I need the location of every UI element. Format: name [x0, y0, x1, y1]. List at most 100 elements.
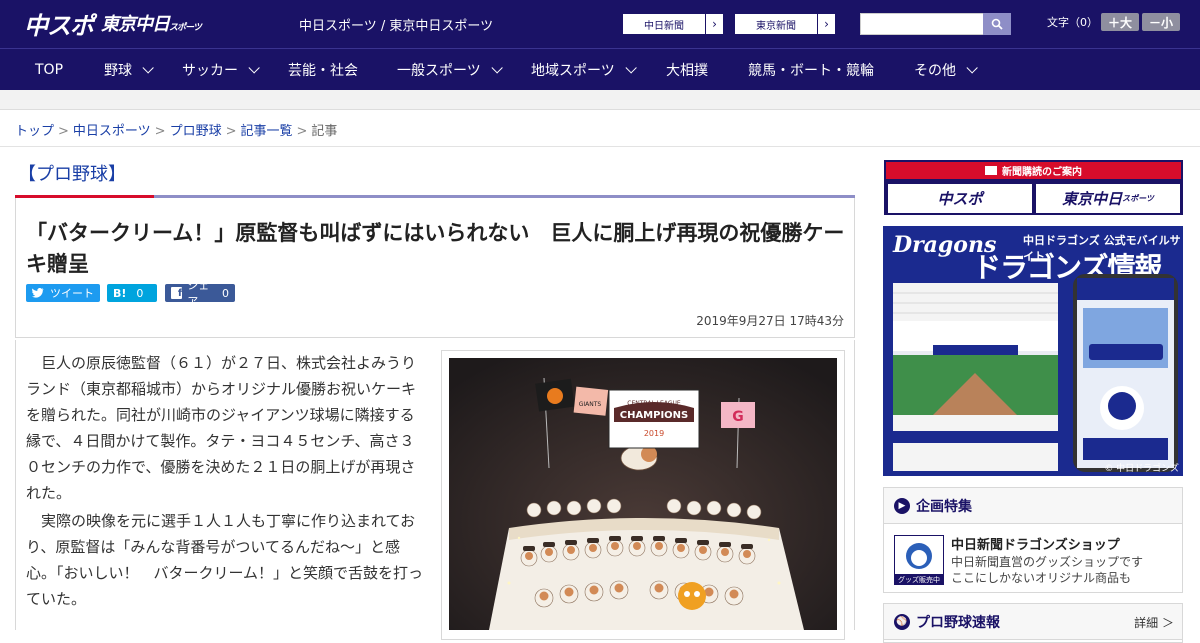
article-body: 巨人の原辰徳監督（６１）が２７日、株式会社よみうりランド（東京都稲城市）からオリ…: [15, 340, 855, 640]
scoreboard-illustration: [893, 283, 1058, 471]
nav-label: その他: [914, 63, 956, 79]
nav-label: 一般スポーツ: [397, 63, 481, 79]
shop-mascot-icon: グッズ販売中: [895, 543, 943, 584]
article-headline: 「バタークリーム！」原監督も叫ばずにはいられない 巨人に胴上げ再現の祝優勝ケーキ…: [26, 221, 845, 276]
nav-label: TOP: [35, 62, 64, 78]
twitter-icon: [32, 288, 44, 298]
breadcrumb: トップ > 中日スポーツ > プロ野球 > 記事一覧 > 記事: [15, 120, 337, 139]
newspaper-icon: [985, 166, 997, 175]
logo-chuspo: 中スポ: [24, 11, 94, 40]
article-header: 「バタークリーム！」原監督も叫ばずにはいられない 巨人に胴上げ再現の祝優勝ケーキ…: [15, 198, 855, 338]
tokyo-shimbun-link[interactable]: 東京新聞 ›: [734, 13, 836, 35]
nav-item-entertainment[interactable]: 芸能・社会: [288, 49, 358, 91]
nav-label: 野球: [104, 63, 132, 79]
subscribe-chuspo-button[interactable]: 中スポ: [888, 184, 1032, 213]
breadcrumb-link-articles[interactable]: 記事一覧: [241, 124, 293, 139]
phone-screen-illustration: [1077, 278, 1174, 468]
ad-scoreboard-screenshot: [893, 283, 1058, 471]
feature-title: 企画特集: [916, 498, 972, 515]
subscribe-tokyo-small: スポーツ: [1122, 194, 1154, 203]
baseball-icon: ⚾: [894, 613, 910, 630]
breadcrumb-separator: >: [154, 124, 166, 139]
subscribe-banner[interactable]: 新聞購読のご案内 中スポ 東京中日 スポーツ: [884, 160, 1183, 215]
ad-copyright: © 中日ドラゴンズ: [1104, 464, 1179, 474]
flag-g-text: G: [732, 409, 744, 425]
plaque-top-text: CENTRAL LEAGUE: [627, 400, 681, 407]
article-photo-frame: CENTRAL LEAGUE CHAMPIONS 2019 GIANTS G: [441, 350, 845, 640]
nav-item-other[interactable]: その他: [914, 49, 978, 91]
facebook-icon: f: [171, 287, 183, 299]
logo-tokyo-small: スポーツ: [169, 23, 202, 33]
breadcrumb-link-chuspo[interactable]: 中日スポーツ: [73, 124, 151, 139]
link-label: 中日新聞: [644, 20, 684, 32]
search-icon: [991, 18, 1003, 30]
nav-label: 地域スポーツ: [531, 63, 615, 79]
nav-spacer-band: [0, 90, 1200, 110]
shop-thumbnail[interactable]: グッズ販売中: [894, 535, 944, 585]
nav-item-baseball[interactable]: 野球: [104, 49, 154, 91]
nav-item-sumo[interactable]: 大相撲: [666, 49, 708, 91]
facebook-share-button[interactable]: f シェア 0: [165, 279, 235, 308]
subscribe-tokyo-button[interactable]: 東京中日 スポーツ: [1036, 184, 1180, 213]
nav-label: 競馬・ボート・競輪: [748, 63, 874, 79]
nav-item-top[interactable]: TOP: [35, 49, 63, 91]
link-label: 東京新聞: [756, 20, 796, 32]
chevron-down-icon: [625, 62, 637, 74]
shop-desc-line: 中日新聞直営のグッズショップです: [951, 555, 1144, 569]
chunichi-shimbun-link[interactable]: 中日新聞 ›: [622, 13, 724, 35]
plaque-year-text: 2019: [644, 429, 664, 438]
feature-box: ▶ 企画特集 グッズ販売中 中日新聞ドラゴンズショップ 中日新聞直営のグッズショ…: [883, 487, 1183, 593]
shop-thumb-label: グッズ販売中: [898, 575, 940, 584]
subscribe-title: 新聞購読のご案内: [1002, 167, 1082, 178]
facebook-count: 0: [222, 286, 229, 300]
logo-tokyo-chunichi: 東京中日スポーツ: [101, 10, 202, 36]
site-header: 中スポ 東京中日スポーツ 中日スポーツ / 東京中日スポーツ 中日新聞 › 東京…: [0, 0, 1200, 48]
breadcrumb-link-probaseball[interactable]: プロ野球: [170, 124, 222, 139]
nav-item-local-sports[interactable]: 地域スポーツ: [531, 49, 637, 91]
breadcrumb-separator: >: [225, 124, 237, 139]
hatena-bookmark-button[interactable]: B! 0: [107, 284, 157, 302]
plaque-main-text: CHAMPIONS: [620, 410, 689, 421]
chevron-down-icon: [491, 62, 503, 74]
search-button[interactable]: [983, 13, 1011, 35]
article-paragraph: 実際の映像を元に選手１人１人も丁寧に作り込まれており、原監督は「みんな背番号がつ…: [26, 512, 424, 608]
chevron-down-icon: [966, 62, 978, 74]
breadcrumb-link-top[interactable]: トップ: [15, 124, 54, 139]
site-logo[interactable]: 中スポ 東京中日スポーツ: [24, 8, 202, 40]
site-names[interactable]: 中日スポーツ / 東京中日スポーツ: [299, 15, 493, 34]
chevron-down-icon: [142, 62, 154, 74]
hatena-icon: B!: [113, 286, 127, 300]
nav-item-general-sports[interactable]: 一般スポーツ: [397, 49, 503, 91]
nav-label: サッカー: [182, 63, 238, 79]
chevron-right-icon: ›: [705, 14, 723, 34]
font-bigger-button[interactable]: ＋大: [1101, 13, 1139, 31]
font-smaller-button[interactable]: －小: [1142, 13, 1180, 31]
feature-icon: ▶: [894, 497, 910, 514]
chevron-down-icon: [248, 62, 260, 74]
subscribe-title-bar: 新聞購読のご案内: [886, 162, 1181, 179]
shop-description: 中日新聞直営のグッズショップです ここにしかないオリジナル商品も: [951, 554, 1143, 586]
nav-label: 大相撲: [666, 63, 708, 79]
baseball-live-box: ⚾ プロ野球速報 詳細 ＞: [883, 603, 1183, 643]
shop-title[interactable]: 中日新聞ドラゴンズショップ: [951, 534, 1120, 553]
article-photo-cake[interactable]: CENTRAL LEAGUE CHAMPIONS 2019 GIANTS G: [449, 358, 837, 630]
feature-box-header: ▶ 企画特集: [884, 488, 1182, 524]
shop-desc-line: ここにしかないオリジナル商品も: [951, 571, 1132, 585]
flag-giants-text: GIANTS: [579, 401, 602, 408]
ad-phone-mockup: [1073, 274, 1178, 472]
divider: [0, 146, 1200, 147]
nav-item-soccer[interactable]: サッカー: [182, 49, 260, 91]
nav-label: 芸能・社会: [288, 63, 358, 79]
dragons-mobile-ad[interactable]: Dragons 中日ドラゴンズ 公式モバイルサイト ドラゴンズ情報 © 中日ドラ…: [883, 226, 1183, 476]
baseball-live-header: ⚾ プロ野球速報 詳細 ＞: [884, 604, 1182, 640]
detail-link[interactable]: 詳細 ＞: [1134, 614, 1174, 631]
facebook-label: シェア: [187, 279, 210, 308]
breadcrumb-separator: >: [58, 124, 69, 139]
article-paragraph: 巨人の原辰徳監督（６１）が２７日、株式会社よみうりランド（東京都稲城市）からオリ…: [26, 354, 417, 502]
hatena-count: 0: [136, 286, 144, 300]
tweet-label: ツイート: [50, 287, 94, 300]
tweet-button[interactable]: ツイート: [26, 284, 100, 302]
nav-item-keiba[interactable]: 競馬・ボート・競輪: [748, 49, 874, 91]
search-input[interactable]: [860, 13, 984, 35]
chevron-right-icon: ›: [817, 14, 835, 34]
